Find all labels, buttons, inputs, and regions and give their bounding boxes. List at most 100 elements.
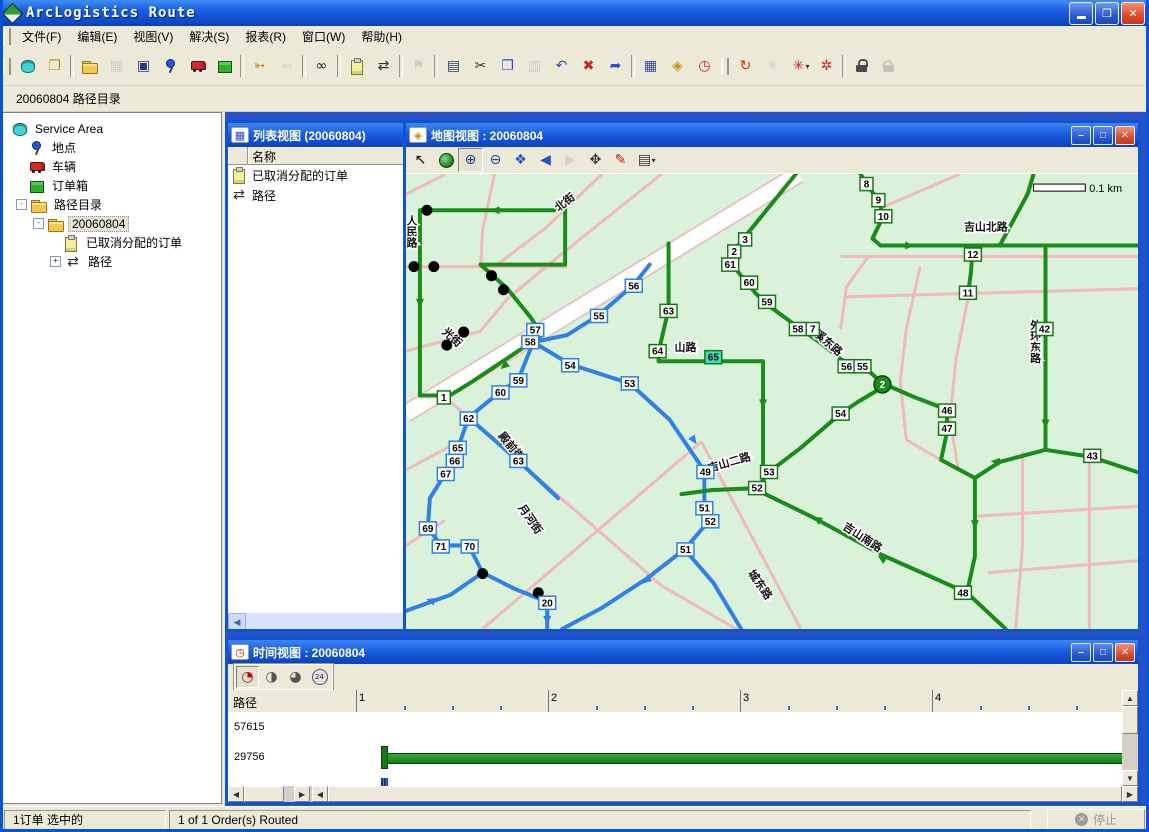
- close-button[interactable]: ✕: [1121, 2, 1145, 25]
- draw-button[interactable]: ✎: [608, 148, 633, 172]
- unassigned-order-dot[interactable]: [477, 568, 488, 579]
- map-stop-marker[interactable]: 54: [562, 359, 579, 372]
- list-item[interactable]: 已取消分配的订单: [228, 165, 405, 185]
- scroll-left-icon[interactable]: ◀: [228, 786, 244, 802]
- zoom-selection-button[interactable]: ❖: [508, 148, 533, 172]
- half-day-view-button[interactable]: ◑: [260, 666, 283, 688]
- unassign-orders-button[interactable]: ✲: [813, 53, 840, 79]
- tree-item-[interactable]: 车辆: [3, 157, 221, 176]
- tree-item-servicearea[interactable]: Service Area: [3, 119, 221, 138]
- zoom-out-button[interactable]: ⊖: [483, 148, 508, 172]
- map-stop-marker[interactable]: 59: [510, 374, 527, 387]
- quarter-day-view-button[interactable]: ◔: [236, 666, 259, 688]
- map-stop-marker[interactable]: 56: [625, 279, 642, 292]
- time-view-titlebar[interactable]: ◷ 时间视图 : 20060804 – □ ✕: [228, 640, 1138, 664]
- hscroll-thumb[interactable]: [328, 786, 1122, 802]
- map-stop-marker[interactable]: 65: [705, 351, 722, 364]
- map-stop-marker[interactable]: 56: [838, 360, 855, 373]
- undo-button[interactable]: ↶: [548, 53, 575, 79]
- lock-button[interactable]: [848, 53, 875, 79]
- map-stop-marker[interactable]: 57: [527, 323, 544, 336]
- timeline-scrollbar[interactable]: ◀ ▶: [312, 786, 1138, 802]
- map-minimize-button[interactable]: –: [1071, 126, 1091, 145]
- tree-item-[interactable]: 地点: [3, 138, 221, 157]
- map-stop-marker[interactable]: 55: [854, 360, 871, 373]
- map-stop-marker[interactable]: 2: [728, 245, 741, 258]
- menu-item-3[interactable]: 视图(V): [125, 26, 181, 47]
- new-folder-button[interactable]: [76, 53, 103, 79]
- order-box-button[interactable]: [211, 53, 238, 79]
- map-image[interactable]: 北街人民路光街吉山北路外环东路智溪东路山路殿前街月河街吉山二路城东路吉山南路56…: [406, 174, 1138, 629]
- routes-tool-button[interactable]: ⇄: [370, 53, 397, 79]
- map-stop-marker[interactable]: 69: [419, 522, 436, 535]
- list-item[interactable]: ⇄路径: [228, 185, 405, 205]
- map-stop-marker[interactable]: 52: [749, 482, 766, 495]
- scroll-up-icon[interactable]: ▲: [1122, 690, 1138, 706]
- map-stop-marker[interactable]: 61: [722, 258, 739, 271]
- open-database-button[interactable]: ❐: [41, 53, 68, 79]
- paste-special-button[interactable]: ➦: [602, 53, 629, 79]
- map-stop-marker[interactable]: 46: [939, 404, 956, 417]
- restore-button[interactable]: ❐: [1095, 2, 1119, 25]
- map-stop-marker[interactable]: 55: [590, 309, 607, 322]
- list-name-column-header[interactable]: 名称: [248, 147, 405, 165]
- save-button[interactable]: ▣: [130, 53, 157, 79]
- map-stop-marker[interactable]: 62: [460, 412, 477, 425]
- map-stop-marker[interactable]: 51: [677, 543, 694, 556]
- tree-item-[interactable]: +⇄路径: [3, 252, 221, 271]
- vehicles-button[interactable]: [184, 53, 211, 79]
- map-stop-marker[interactable]: 11: [959, 286, 976, 299]
- collapse-icon[interactable]: -: [16, 199, 27, 210]
- map-stop-marker[interactable]: 51: [696, 502, 713, 515]
- scroll-right-icon[interactable]: ▶: [294, 786, 310, 802]
- unassigned-order-dot[interactable]: [486, 270, 497, 281]
- menu-grip[interactable]: [3, 28, 11, 45]
- scroll-left-icon[interactable]: ◀: [228, 613, 246, 629]
- map-close-button[interactable]: ✕: [1115, 126, 1135, 145]
- map-stop-marker[interactable]: 52: [702, 515, 719, 528]
- pan-button[interactable]: ✥: [583, 148, 608, 172]
- scroll-right-icon[interactable]: ▶: [1122, 786, 1138, 802]
- toolbar-grip[interactable]: [3, 58, 11, 75]
- tree-item-20060804[interactable]: -20060804: [3, 214, 221, 233]
- find-button[interactable]: ∞: [308, 53, 335, 79]
- map-stop-marker[interactable]: 53: [761, 465, 778, 478]
- map-stop-marker[interactable]: 42: [1036, 322, 1053, 335]
- full-extent-button[interactable]: [433, 148, 458, 172]
- map-stop-marker[interactable]: 1: [437, 391, 450, 404]
- back-extent-button[interactable]: ◀: [533, 148, 558, 172]
- tree-item-[interactable]: 已取消分配的订单: [3, 233, 221, 252]
- menu-item-4[interactable]: 解决(S): [181, 26, 237, 47]
- menu-item-1[interactable]: 文件(F): [14, 26, 69, 47]
- map-stop-marker[interactable]: 53: [621, 377, 638, 390]
- time-vertical-scrollbar[interactable]: ▲ ▼: [1122, 690, 1138, 786]
- map-stop-marker[interactable]: 9: [872, 194, 885, 207]
- new-database-button[interactable]: [14, 53, 41, 79]
- copy-button[interactable]: ❐: [494, 53, 521, 79]
- time-view-button[interactable]: ◷: [691, 53, 718, 79]
- list-horizontal-scrollbar[interactable]: ◀: [228, 613, 405, 629]
- vscroll-thumb[interactable]: [1122, 706, 1138, 734]
- tree-item-[interactable]: -路径目录: [3, 195, 221, 214]
- route-row[interactable]: 57615: [228, 712, 1122, 742]
- table-view-button[interactable]: ▦: [637, 53, 664, 79]
- map-stop-marker[interactable]: 60: [492, 386, 509, 399]
- tree-item-[interactable]: 订单箱: [3, 176, 221, 195]
- unassigned-order-dot[interactable]: [441, 340, 452, 351]
- depot-marker[interactable]: 2: [874, 376, 891, 393]
- map-stop-marker[interactable]: 59: [759, 295, 776, 308]
- map-stop-marker[interactable]: 47: [939, 422, 956, 435]
- unassigned-order-dot[interactable]: [498, 284, 509, 295]
- map-stop-marker[interactable]: 3: [739, 233, 752, 246]
- list-view-titlebar[interactable]: ▦ 列表视图 (20060804): [228, 123, 405, 147]
- map-stop-marker[interactable]: 43: [1084, 449, 1101, 462]
- map-stop-marker[interactable]: 70: [461, 540, 478, 553]
- map-stop-marker[interactable]: 66: [446, 454, 463, 467]
- map-maximize-button[interactable]: □: [1093, 126, 1113, 145]
- map-stop-marker[interactable]: 60: [741, 276, 758, 289]
- delete-button[interactable]: ✖: [575, 53, 602, 79]
- locations-button[interactable]: [157, 53, 184, 79]
- map-stop-marker[interactable]: 58: [522, 336, 539, 349]
- map-stop-marker[interactable]: 20: [539, 596, 556, 609]
- time-minimize-button[interactable]: –: [1071, 643, 1091, 662]
